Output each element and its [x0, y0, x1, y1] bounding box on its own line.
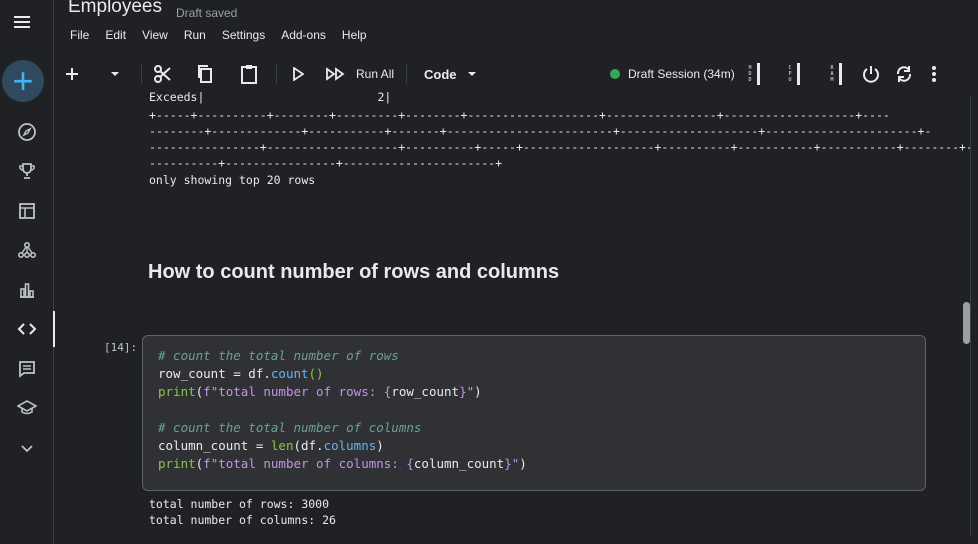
chevron-down-icon[interactable]	[0, 430, 53, 466]
hdd-meter[interactable]: HDD	[747, 62, 760, 86]
code-icon[interactable]	[0, 311, 55, 347]
output-columns: total number of columns: 26	[149, 513, 336, 527]
clipboard-icon	[241, 65, 257, 84]
fast-forward-icon	[326, 67, 345, 81]
compass-icon[interactable]	[0, 114, 53, 150]
session-status-dot	[610, 69, 620, 79]
menu-help[interactable]: Help	[334, 28, 375, 44]
menu-file[interactable]: File	[62, 28, 97, 44]
scrollbar-thumb[interactable]	[963, 302, 970, 344]
menu-edit[interactable]: Edit	[97, 28, 134, 44]
copy-icon	[198, 65, 212, 83]
code-line-1: # count the total number of rows	[158, 348, 399, 363]
output-rows: total number of rows: 3000	[149, 497, 330, 511]
section-heading: How to count number of rows and columns	[148, 261, 560, 283]
comment-icon[interactable]	[0, 351, 53, 387]
run-all-label: Run All	[356, 67, 395, 81]
code-line-2: row_count = df.count()	[158, 366, 324, 381]
cpu-label: CPU	[788, 65, 792, 83]
add-cell-dropdown[interactable]	[109, 56, 121, 92]
session-status[interactable]: Draft Session (34m)	[610, 56, 735, 92]
cell-type-label: Code	[424, 66, 457, 82]
save-status: Draft saved	[176, 6, 238, 20]
left-rail: +	[0, 0, 55, 544]
menu-add-ons[interactable]: Add-ons	[273, 28, 334, 44]
cpu-meter[interactable]: CPU	[787, 62, 800, 86]
power-icon	[863, 66, 879, 83]
code-line-7: print(f"total number of columns: {column…	[158, 456, 527, 471]
menu-settings[interactable]: Settings	[214, 28, 273, 44]
run-cell-button[interactable]	[292, 56, 304, 92]
scissors-icon	[154, 65, 171, 83]
notebook-title[interactable]: Employees	[68, 0, 162, 18]
play-icon	[293, 67, 304, 81]
output-border-4: ----------+----------------+------------…	[149, 156, 503, 170]
network-icon[interactable]	[0, 232, 53, 268]
menu-icon[interactable]	[14, 13, 30, 31]
add-cell-button[interactable]	[64, 56, 80, 92]
cut-button[interactable]	[153, 56, 173, 92]
paste-button[interactable]	[240, 56, 258, 92]
school-icon[interactable]	[0, 390, 53, 426]
power-button[interactable]	[861, 56, 881, 92]
notebook-area: Exceeds| 2| +-----+----------+--------+-…	[54, 90, 973, 544]
cell-type-select[interactable]: Code	[424, 56, 477, 92]
output-border-3: ----------------+-------------------+---…	[149, 140, 973, 154]
ram-meter[interactable]: RAM	[829, 62, 842, 86]
code-line-6: column_count = len(df.columns)	[158, 438, 384, 453]
plus-icon	[66, 68, 78, 80]
hdd-label: HDD	[748, 65, 752, 83]
trophy-icon[interactable]	[0, 153, 53, 189]
run-all-button[interactable]: Run All	[326, 56, 394, 92]
more-options-button[interactable]	[931, 56, 937, 92]
scrollbar-track	[970, 96, 971, 536]
execution-count: [14]:	[104, 341, 138, 354]
ram-label: RAM	[830, 65, 834, 83]
code-cell[interactable]: # count the total number of rows row_cou…	[142, 335, 926, 491]
create-button[interactable]: +	[2, 60, 44, 102]
bar-chart-icon[interactable]	[0, 272, 53, 308]
output-border-2: --------+-------------+-----------+-----…	[149, 124, 932, 138]
code-line-5: # count the total number of columns	[158, 420, 422, 435]
session-label: Draft Session (34m)	[628, 67, 735, 81]
toolbar: Run All Code Draft Session (34m) HDD CPU…	[54, 56, 978, 92]
caret-down-icon	[111, 72, 119, 76]
restart-button[interactable]	[894, 56, 914, 92]
menu-bar: File Edit View Run Settings Add-ons Help	[62, 28, 375, 44]
refresh-icon	[896, 66, 912, 82]
caret-down-icon	[467, 72, 476, 76]
output-exceeds-line: Exceeds| 2|	[149, 90, 392, 104]
plus-icon: +	[12, 60, 34, 101]
table-icon[interactable]	[0, 193, 53, 229]
code-line-3: print(f"total number of rows: {row_count…	[158, 384, 482, 399]
copy-button[interactable]	[196, 56, 214, 92]
output-border-1: +-----+----------+--------+---------+---…	[149, 108, 890, 122]
more-vert-icon	[932, 66, 936, 82]
output-footer: only showing top 20 rows	[149, 173, 316, 187]
menu-run[interactable]: Run	[176, 28, 214, 44]
menu-view[interactable]: View	[134, 28, 176, 44]
